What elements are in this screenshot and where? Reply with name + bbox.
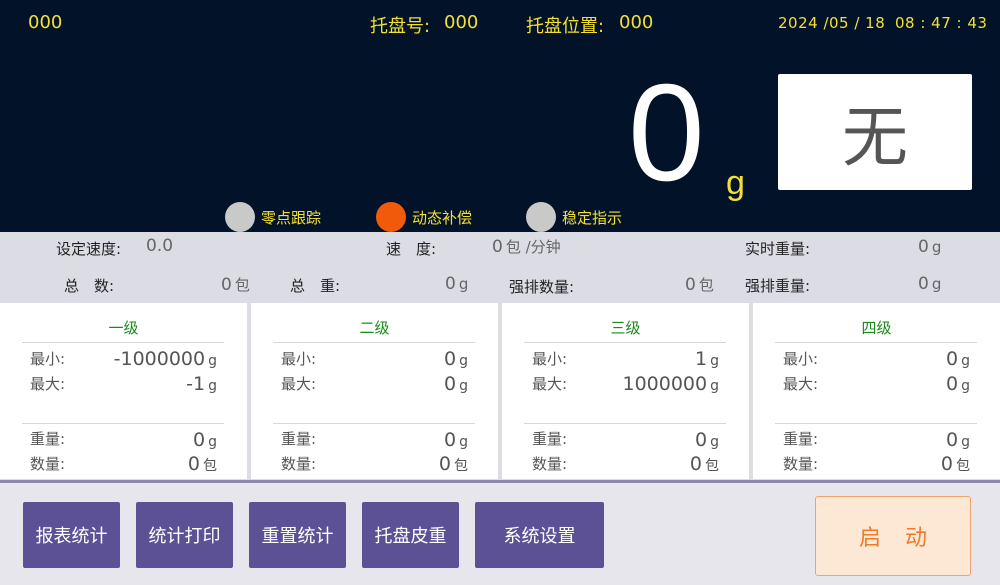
status-dot [376,202,406,232]
weight-value: 0g [444,429,468,451]
total-weight-label: 总 重: [290,277,341,295]
count-value: 0包 [689,453,719,475]
count-value: 0包 [187,453,217,475]
min-label: 最小: [783,350,819,368]
divider [22,342,224,343]
weight-label: 重量: [30,430,66,448]
total-weight-value: 0g [445,274,469,294]
count-label: 数量: [281,455,317,473]
reject-weight-label: 强排重量: [745,277,811,295]
min-label: 最小: [281,350,317,368]
indicator-label: 动态补偿 [412,208,473,227]
pallet-no-value: 000 [444,12,479,33]
weight-value: 0g [946,429,970,451]
pallet-no-label: 托盘号: [370,16,431,37]
total-count-label: 总 数: [64,277,115,295]
device-code: 000 [28,12,63,33]
weight-value: 0g [695,429,719,451]
realtime-weight-label: 实时重量: [745,240,811,258]
grade-panels: 一级 最小: -1000000 g 最大: -1 g 重量: 0g 数量: 0包 二… [0,303,1000,479]
divider [273,342,475,343]
set-speed-value: 0.0 [146,236,174,256]
divider [524,423,726,424]
weight-readout: 0 [628,56,705,210]
count-value: 0包 [438,453,468,475]
max-value: -1 g [186,373,217,395]
indicator-stable: 稳定指示 [526,202,622,232]
speed-label: 速 度: [386,240,437,258]
indicator-label: 稳定指示 [562,208,623,227]
total-count-value: 0包 [221,275,250,295]
weight-unit: g [726,164,745,202]
max-label: 最大: [532,375,568,393]
grade-title: 三级 [610,319,641,337]
pallet-position-label: 托盘位置: [526,16,605,37]
weight-label: 重量: [783,430,819,448]
report-statistics-button[interactable]: 报表统计 [23,502,120,568]
max-label: 最大: [30,375,66,393]
count-label: 数量: [783,455,819,473]
reject-count-label: 强排数量: [509,278,575,296]
start-button[interactable]: 启动 [815,496,971,576]
indicator-zero-tracking: 零点跟踪 [225,202,321,232]
set-speed-label: 设定速度: [56,240,122,258]
bottom-toolbar: 报表统计 统计打印 重置统计 托盘皮重 系统设置 启动 [0,483,1000,585]
weight-value: 0g [193,429,217,451]
grade-panel-3[interactable]: 三级 最小: 1g 最大: 1000000 g 重量: 0g 数量: 0包 [502,303,749,479]
grade-title: 四级 [861,319,892,337]
min-label: 最小: [30,350,66,368]
realtime-weight-value: 0g [918,237,942,257]
divider [775,342,977,343]
min-label: 最小: [532,350,568,368]
status-dot [526,202,556,232]
pallet-tare-button[interactable]: 托盘皮重 [362,502,459,568]
grade-result: 无 [778,74,972,190]
grade-panel-2[interactable]: 二级 最小: 0g 最大: 0g 重量: 0g 数量: 0包 [251,303,498,479]
divider [524,342,726,343]
speed-value: 0包 /分钟 [492,237,561,257]
reset-statistics-button[interactable]: 重置统计 [249,502,346,568]
indicator-dynamic-compensation: 动态补偿 [376,202,472,232]
reject-weight-value: 0g [918,274,942,294]
display-panel: 000 托盘号: 000 托盘位置: 000 2024 /05 / 18 08 … [0,0,1000,232]
min-value: 0g [444,348,468,370]
print-statistics-button[interactable]: 统计打印 [136,502,233,568]
min-value: -1000000 g [113,348,217,370]
status-dot [225,202,255,232]
pallet-position-value: 000 [619,12,654,33]
system-settings-button[interactable]: 系统设置 [475,502,604,568]
max-label: 最大: [281,375,317,393]
divider [22,423,224,424]
max-value: 0g [444,373,468,395]
grade-title: 二级 [359,319,390,337]
divider [775,423,977,424]
weighing-app: 000 托盘号: 000 托盘位置: 000 2024 /05 / 18 08 … [0,0,1000,585]
statistics-strip: 设定速度: 0.0 速 度: 0包 /分钟 实时重量: 0g 总 数: 0包 总… [0,232,1000,302]
count-label: 数量: [30,455,66,473]
indicator-label: 零点跟踪 [261,208,322,227]
date: 2024 /05 / 18 [778,14,886,32]
count-label: 数量: [532,455,568,473]
grade-panel-4[interactable]: 四级 最小: 0g 最大: 0g 重量: 0g 数量: 0包 [753,303,1000,479]
time: 08 : 47 : 43 [895,14,988,32]
min-value: 1g [695,348,719,370]
divider [273,423,475,424]
max-label: 最大: [783,375,819,393]
max-value: 0g [946,373,970,395]
reject-count-value: 0包 [685,275,714,295]
grade-title: 一级 [108,319,139,337]
max-value: 1000000 g [622,373,719,395]
min-value: 0g [946,348,970,370]
weight-label: 重量: [281,430,317,448]
grade-panel-1[interactable]: 一级 最小: -1000000 g 最大: -1 g 重量: 0g 数量: 0包 [0,303,247,479]
count-value: 0包 [940,453,970,475]
weight-label: 重量: [532,430,568,448]
